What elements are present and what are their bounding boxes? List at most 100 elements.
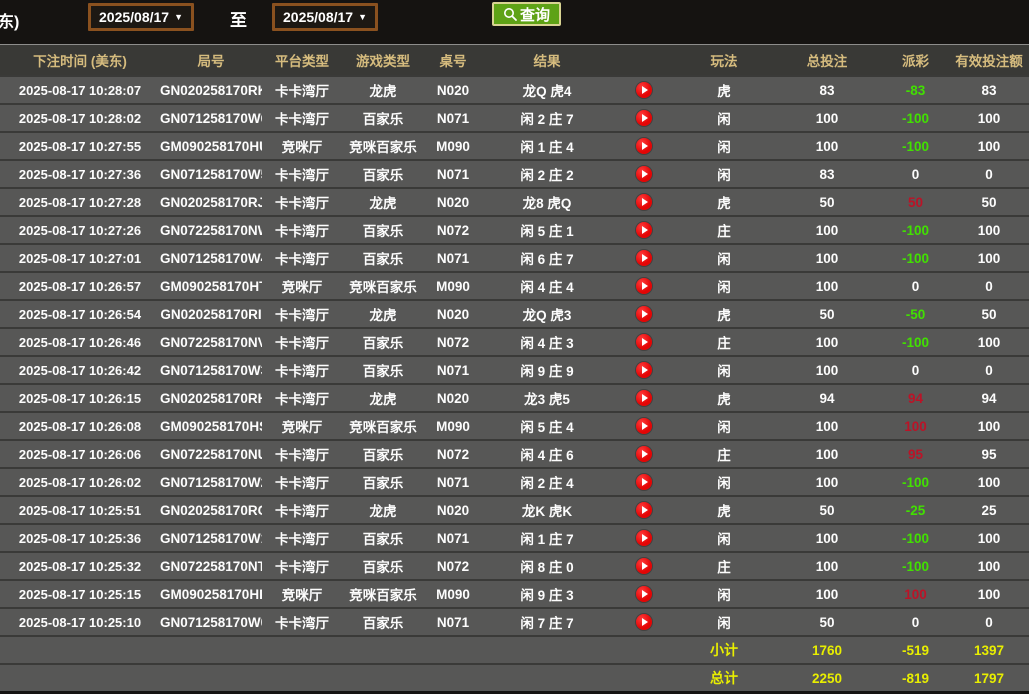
bet-time-cell: 2025-08-17 10:27:28 <box>0 188 160 216</box>
replay-cell <box>612 188 676 216</box>
table-row: 2025-08-17 10:26:02 GN071258170W2 卡卡湾厅 百… <box>0 468 1029 496</box>
play-triangle-icon <box>642 618 648 626</box>
round-id-cell: GN071258170W3 <box>160 356 262 384</box>
total-bet-cell: 94 <box>772 384 882 412</box>
game-type-cell: 百家乐 <box>342 244 424 272</box>
replay-play-icon[interactable] <box>636 222 652 238</box>
play-cell: 闲 <box>676 580 772 608</box>
replay-play-icon[interactable] <box>636 250 652 266</box>
payout-cell: 0 <box>882 608 949 636</box>
replay-play-icon[interactable] <box>636 278 652 294</box>
table-row: 2025-08-17 10:27:28 GN020258170RJ 卡卡湾厅 龙… <box>0 188 1029 216</box>
replay-play-icon[interactable] <box>636 446 652 462</box>
summary-valid-bet: 1797 <box>949 664 1029 691</box>
replay-play-icon[interactable] <box>636 614 652 630</box>
table-no-cell: N071 <box>424 356 482 384</box>
replay-play-icon[interactable] <box>636 166 652 182</box>
replay-cell <box>612 580 676 608</box>
replay-play-icon[interactable] <box>636 306 652 322</box>
payout-cell: -100 <box>882 132 949 160</box>
result-cell: 闲 5 庄 1 <box>482 216 612 244</box>
payout-cell: 0 <box>882 160 949 188</box>
result-cell: 闲 4 庄 4 <box>482 272 612 300</box>
bet-time-cell: 2025-08-17 10:26:54 <box>0 300 160 328</box>
game-type-cell: 百家乐 <box>342 356 424 384</box>
play-cell: 闲 <box>676 104 772 132</box>
replay-play-icon[interactable] <box>636 334 652 350</box>
platform-cell: 卡卡湾厅 <box>262 384 342 412</box>
round-id-cell: GN071258170W2 <box>160 468 262 496</box>
summary-payout: -519 <box>882 636 949 664</box>
valid-bet-cell: 100 <box>949 328 1029 356</box>
summary-label: 总计 <box>676 664 772 691</box>
total-bet-cell: 100 <box>772 580 882 608</box>
round-id-cell: GN072258170NV <box>160 328 262 356</box>
round-id-cell: GM090258170HR <box>160 580 262 608</box>
total-bet-cell: 50 <box>772 188 882 216</box>
replay-play-icon[interactable] <box>636 474 652 490</box>
result-cell: 龙8 虎Q <box>482 188 612 216</box>
replay-cell <box>612 328 676 356</box>
replay-play-icon[interactable] <box>636 586 652 602</box>
replay-play-icon[interactable] <box>636 530 652 546</box>
payout-cell: 100 <box>882 580 949 608</box>
play-triangle-icon <box>642 506 648 514</box>
platform-cell: 卡卡湾厅 <box>262 104 342 132</box>
table-row: 2025-08-17 10:27:01 GN071258170W4 卡卡湾厅 百… <box>0 244 1029 272</box>
date-from-select[interactable]: 2025/08/17 ▼ <box>88 3 194 31</box>
bet-time-cell: 2025-08-17 10:26:46 <box>0 328 160 356</box>
replay-play-icon[interactable] <box>636 502 652 518</box>
col-header-payout: 派彩 <box>882 45 949 77</box>
platform-cell: 卡卡湾厅 <box>262 524 342 552</box>
replay-play-icon[interactable] <box>636 110 652 126</box>
date-to-select[interactable]: 2025/08/17 ▼ <box>272 3 378 31</box>
platform-cell: 卡卡湾厅 <box>262 328 342 356</box>
query-button-label: 查询 <box>520 4 550 25</box>
table-no-cell: M090 <box>424 132 482 160</box>
play-cell: 庄 <box>676 440 772 468</box>
replay-cell <box>612 384 676 412</box>
play-cell: 闲 <box>676 524 772 552</box>
replay-cell <box>612 132 676 160</box>
replay-cell <box>612 356 676 384</box>
platform-cell: 卡卡湾厅 <box>262 300 342 328</box>
betting-records-table: 下注时间 (美东) 局号 平台类型 游戏类型 桌号 结果 玩法 总投注 派彩 有… <box>0 44 1029 691</box>
col-header-result: 结果 <box>482 45 612 77</box>
game-type-cell: 百家乐 <box>342 160 424 188</box>
total-bet-cell: 83 <box>772 76 882 104</box>
replay-play-icon[interactable] <box>636 194 652 210</box>
replay-play-icon[interactable] <box>636 558 652 574</box>
game-type-cell: 龙虎 <box>342 384 424 412</box>
table-row: 2025-08-17 10:26:42 GN071258170W3 卡卡湾厅 百… <box>0 356 1029 384</box>
valid-bet-cell: 100 <box>949 552 1029 580</box>
table-no-cell: N020 <box>424 188 482 216</box>
game-type-cell: 百家乐 <box>342 328 424 356</box>
valid-bet-cell: 100 <box>949 524 1029 552</box>
valid-bet-cell: 100 <box>949 412 1029 440</box>
table-no-cell: N072 <box>424 552 482 580</box>
table-footer: 小计 1760 -519 1397 总计 2250 -819 1797 <box>0 636 1029 691</box>
platform-cell: 卡卡湾厅 <box>262 468 342 496</box>
replay-play-icon[interactable] <box>636 418 652 434</box>
replay-cell <box>612 216 676 244</box>
round-id-cell: GN072258170NU <box>160 440 262 468</box>
result-cell: 闲 1 庄 7 <box>482 524 612 552</box>
round-id-cell: GN020258170RI <box>160 300 262 328</box>
replay-play-icon[interactable] <box>636 82 652 98</box>
total-bet-cell: 100 <box>772 132 882 160</box>
payout-cell: 0 <box>882 356 949 384</box>
query-button[interactable]: 查询 <box>492 2 561 26</box>
result-cell: 闲 2 庄 7 <box>482 104 612 132</box>
game-type-cell: 百家乐 <box>342 440 424 468</box>
payout-cell: -50 <box>882 300 949 328</box>
result-cell: 闲 2 庄 2 <box>482 160 612 188</box>
query-toolbar: 东) 2025/08/17 ▼ 至 2025/08/17 ▼ 查询 <box>0 0 1029 44</box>
replay-play-icon[interactable] <box>636 362 652 378</box>
replay-play-icon[interactable] <box>636 138 652 154</box>
summary-spacer <box>0 636 676 664</box>
replay-cell <box>612 608 676 636</box>
table-no-cell: N020 <box>424 300 482 328</box>
play-cell: 闲 <box>676 608 772 636</box>
replay-play-icon[interactable] <box>636 390 652 406</box>
game-type-cell: 百家乐 <box>342 216 424 244</box>
